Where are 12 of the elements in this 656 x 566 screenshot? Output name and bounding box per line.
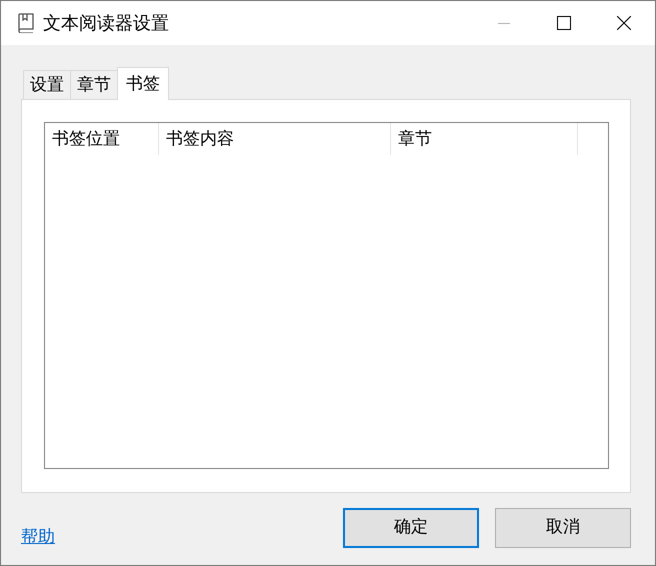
maximize-icon xyxy=(557,16,571,30)
column-header[interactable]: 章节 xyxy=(391,123,578,155)
dialog-button[interactable]: 取消 xyxy=(495,508,631,548)
close-icon xyxy=(617,16,631,30)
dialog-button[interactable]: 确定 xyxy=(343,508,479,548)
book-icon xyxy=(17,13,35,33)
tab[interactable]: 设置 xyxy=(23,70,71,99)
column-header[interactable]: 书签内容 xyxy=(159,123,391,155)
tab[interactable]: 书签 xyxy=(117,67,169,100)
window-title: 文本阅读器设置 xyxy=(43,12,169,36)
help-link[interactable]: 帮助 xyxy=(21,525,55,550)
column-header[interactable]: 书签位置 xyxy=(45,123,159,155)
